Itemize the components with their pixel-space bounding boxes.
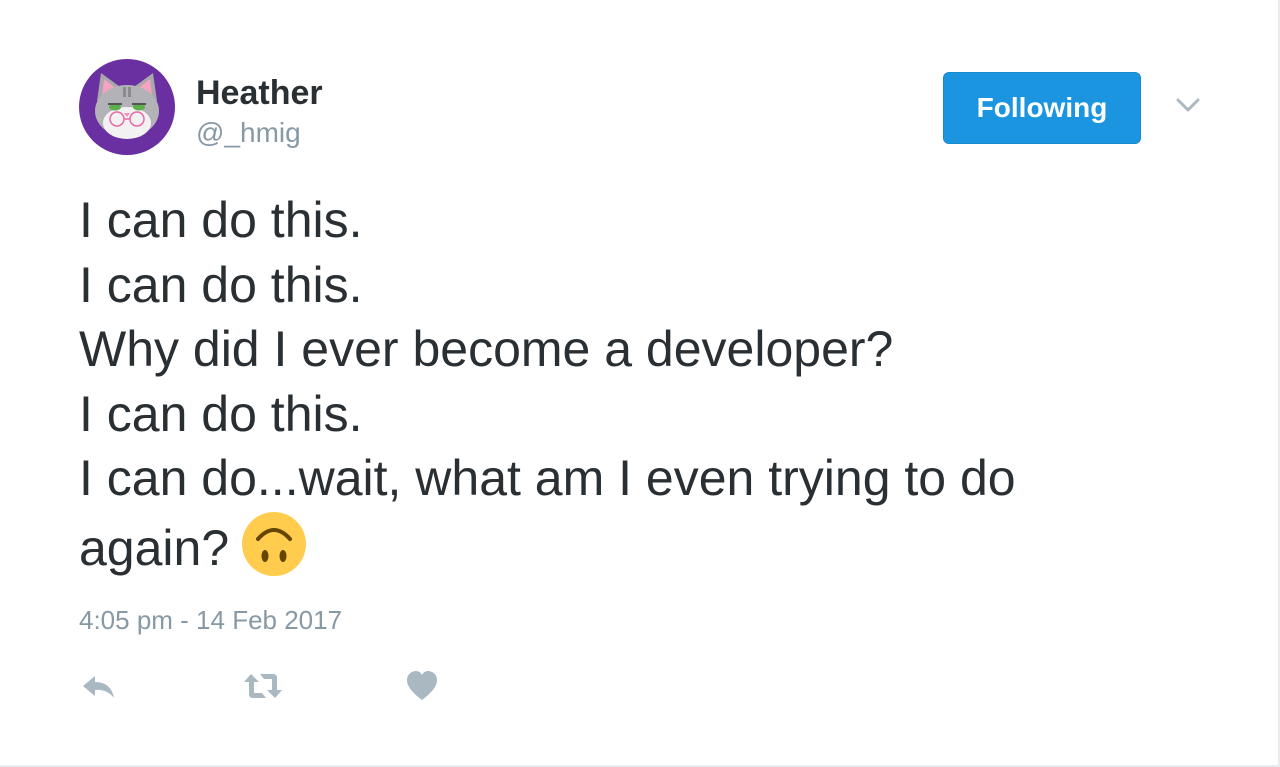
- tweet-text-line: I can do this.: [79, 192, 363, 248]
- tweet-text-line: Why did I ever become a developer?: [79, 321, 894, 377]
- retweet-button[interactable]: [242, 668, 284, 704]
- tweet-text-line: I can do this.: [79, 256, 363, 313]
- cat-avatar-icon: [95, 73, 159, 139]
- tweet-text-line: I can do this.: [79, 385, 363, 442]
- tweet-text-line-last: again?: [79, 511, 1199, 581]
- tweet-text-line: I can do...wait, what am I even trying t…: [79, 450, 1016, 506]
- upside-down-face-icon: [241, 511, 307, 577]
- reply-icon: [83, 676, 114, 698]
- chevron-down-icon[interactable]: [1174, 94, 1202, 116]
- tweet-card: Heather @_hmig Following I can do this. …: [0, 0, 1280, 767]
- reply-button[interactable]: [81, 668, 117, 704]
- author-name[interactable]: Heather: [196, 73, 323, 113]
- retweet-icon: [244, 674, 282, 698]
- tweet-text-line: again?: [79, 519, 230, 576]
- tweet-timestamp[interactable]: 4:05 pm - 14 Feb 2017: [79, 604, 342, 636]
- heart-icon: [407, 671, 437, 700]
- following-button[interactable]: Following: [943, 72, 1141, 144]
- author-handle[interactable]: @_hmig: [196, 116, 301, 150]
- tweet-text: I can do this. I can do this. Why did I …: [79, 188, 1199, 580]
- avatar[interactable]: [79, 59, 175, 155]
- like-button[interactable]: [405, 668, 439, 704]
